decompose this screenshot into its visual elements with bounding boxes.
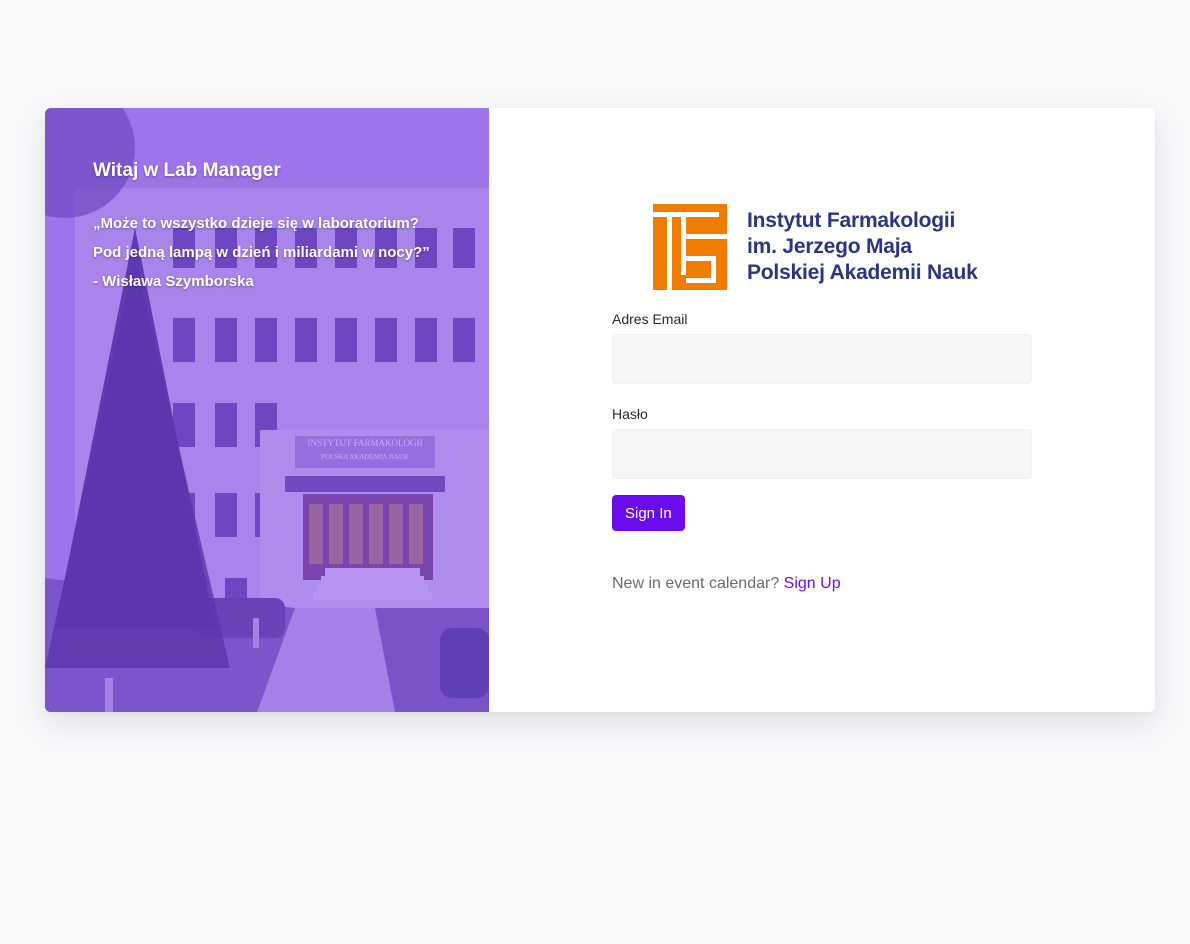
logo-line-2: im. Jerzego Maja <box>747 235 912 258</box>
institute-logo: Instytut Farmakologii im. Jerzego Maja P… <box>653 203 993 291</box>
quote-line-1: „Może to wszystko dzieje się w laborator… <box>93 215 419 232</box>
password-field-group: Hasło <box>612 406 1032 479</box>
password-input[interactable] <box>612 429 1032 479</box>
sign-in-button[interactable]: Sign In <box>612 495 685 531</box>
signup-row: New in event calendar? Sign Up <box>612 575 841 593</box>
logo-line-1: Instytut Farmakologii <box>747 209 956 232</box>
password-label: Hasło <box>612 406 648 422</box>
quote: „Może to wszystko dzieje się w laborator… <box>93 209 463 296</box>
sign-up-link[interactable]: Sign Up <box>784 575 841 592</box>
welcome-heading: Witaj w Lab Manager <box>93 160 281 181</box>
quote-author: - Wisława Szymborska <box>93 273 254 290</box>
hero-panel: INSTYTUT FARMAKOLOGII POLSKA AKADEMIA NA… <box>45 108 489 712</box>
email-label: Adres Email <box>612 311 688 327</box>
institute-logo-text: Instytut Farmakologii im. Jerzego Maja P… <box>747 208 978 286</box>
email-field-group: Adres Email <box>612 311 1032 384</box>
hero-text: Witaj w Lab Manager „Może to wszystko dz… <box>93 160 463 296</box>
logo-line-3: Polskiej Akademii Nauk <box>747 261 978 284</box>
institute-logo-mark-icon <box>653 204 727 290</box>
email-input[interactable] <box>612 334 1032 384</box>
login-card: INSTYTUT FARMAKOLOGII POLSKA AKADEMIA NA… <box>45 108 1155 712</box>
login-form-panel: Instytut Farmakologii im. Jerzego Maja P… <box>489 108 1155 712</box>
quote-line-2: Pod jedną lampą w dzień i miliardami w n… <box>93 244 430 261</box>
signup-prompt: New in event calendar? <box>612 575 780 592</box>
